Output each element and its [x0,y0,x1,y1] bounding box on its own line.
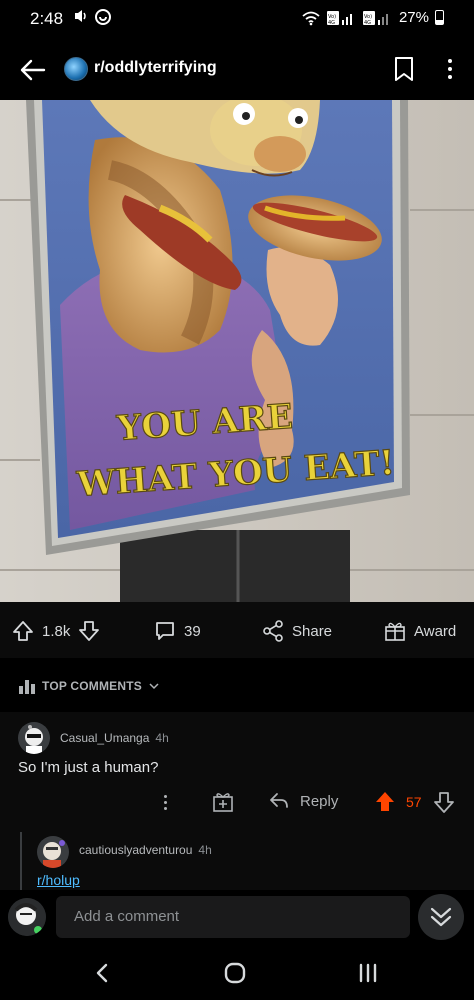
avatar[interactable] [18,722,50,754]
share-icon [263,620,283,642]
comment-author[interactable]: cautiouslyadventurou 4h [79,843,212,857]
battery-percent: 27% [398,9,429,26]
svg-text:4G: 4G [364,20,371,26]
double-chevron-down-icon [430,907,452,927]
comment-score: 57 [406,794,422,810]
status-notification-icons [74,8,112,26]
avatar[interactable] [37,836,69,868]
comment-body: So I'm just a human? [18,759,159,776]
thread-line[interactable] [20,832,22,890]
scroll-next-button[interactable] [418,894,464,940]
comment-input[interactable]: Add a comment [56,896,410,938]
post-action-bar: 1.8k 39 Share Award [0,602,474,658]
award-label: Award [414,622,457,640]
sort-bar: TOP COMMENTS [0,658,474,712]
comment-author[interactable]: Casual_Umanga 4h [60,731,169,745]
nav-home-icon[interactable] [224,962,246,984]
reply-icon [270,793,288,808]
more-vertical-icon[interactable] [158,790,172,814]
app-notification-icon [95,9,111,25]
svg-text:4G: 4G [328,20,335,26]
top-sort-icon [19,680,35,694]
upvote-active-icon[interactable] [374,790,396,814]
poster-photo: YOU ARE WHAT YOU EAT! [0,100,474,602]
bookmark-icon[interactable] [392,56,416,82]
chevron-down-icon [149,683,159,690]
app-header: r/oddlyterrifying [0,38,474,100]
author-name[interactable]: cautiouslyadventurou [79,843,192,857]
volume-icon [75,10,86,22]
sort-label: TOP COMMENTS [42,679,142,693]
author-name[interactable]: Casual_Umanga [60,731,149,745]
nav-back-icon[interactable] [94,962,110,984]
comments-button[interactable]: 39 [154,620,201,642]
battery-icon [435,10,444,25]
comment-actions: Reply 57 [0,790,474,814]
award-icon [385,622,405,641]
reply-label: Reply [300,792,339,810]
back-arrow-icon[interactable] [18,55,48,85]
post-image[interactable]: YOU ARE WHAT YOU EAT! [0,100,474,602]
comments-list: Casual_Umanga 4h So I'm just a human? Rep… [0,712,474,890]
subreddit-name[interactable]: r/oddlyterrifying [94,59,217,77]
vote-group: 1.8k [12,620,100,642]
downvote-icon[interactable] [78,620,100,642]
comment-placeholder: Add a comment [74,908,180,925]
comment-composer: Add a comment [0,890,474,946]
more-vertical-icon[interactable] [440,56,460,82]
reply-button[interactable]: Reply [268,791,338,811]
wifi-icon [302,11,320,25]
downvote-icon[interactable] [433,790,455,814]
subreddit-link[interactable]: r/holup [37,872,80,888]
subreddit-avatar[interactable] [64,57,88,81]
share-button[interactable]: Share [262,620,332,642]
sort-dropdown[interactable]: TOP COMMENTS [18,678,160,694]
upvote-icon[interactable] [12,620,34,642]
vote-count: 1.8k [42,622,71,640]
comment-count: 39 [184,622,201,640]
comment-time: 4h [155,731,169,745]
share-label: Share [292,622,333,640]
status-bar: 2:48 Vo) 4G Vo) 4G 27% [0,0,474,38]
signal-2-icon: Vo)4G [362,10,388,26]
comment-time: 4h [198,843,212,857]
user-avatar[interactable] [8,898,46,936]
system-nav-bar [0,946,474,1000]
comment-icon [156,622,174,640]
status-right: Vo) 4G Vo) 4G 27% [301,9,444,26]
signal-1-icon: Vo)4G [326,10,352,26]
status-time: 2:48 [30,9,64,28]
award-icon[interactable] [212,791,234,813]
nav-recents-icon[interactable] [358,962,378,984]
award-button[interactable]: Award [384,620,456,642]
